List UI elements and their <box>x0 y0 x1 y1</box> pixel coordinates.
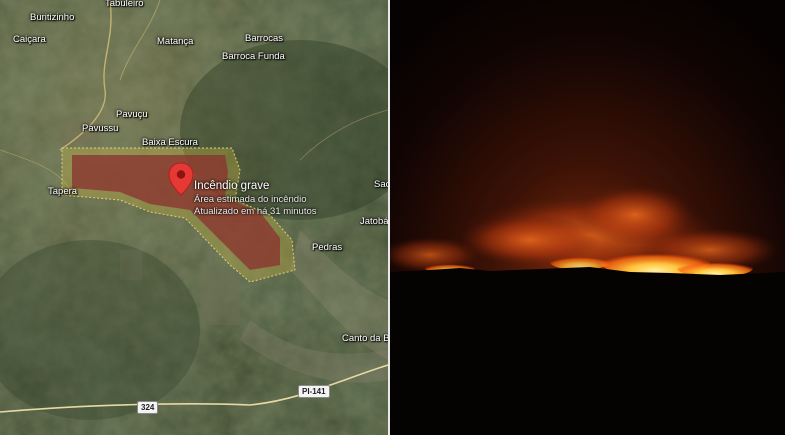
place-label: Pedras <box>312 242 343 253</box>
horizon-silhouette <box>390 267 785 435</box>
place-label: Matança <box>157 36 194 47</box>
map-pin-icon[interactable] <box>168 162 194 196</box>
place-label: Sac <box>374 179 388 190</box>
place-label: Barrocas <box>245 33 284 44</box>
road-shield-324: 324 <box>137 401 159 414</box>
satellite-terrain <box>0 0 388 435</box>
place-label: Tapera <box>48 186 78 197</box>
place-label: Buritizinho <box>30 12 75 23</box>
place-label: Tabuleiro <box>105 0 144 9</box>
place-label: Baixa Escura <box>142 137 198 148</box>
place-label: Caiçara <box>13 34 46 45</box>
place-label: Pavuçu <box>116 109 148 120</box>
road-shield-pi141: PI-141 <box>298 385 330 398</box>
wildfire-night-photo <box>390 0 785 435</box>
fire-title: Incêndio grave <box>194 180 270 192</box>
place-label: Pavussu <box>82 123 119 134</box>
place-label: Jatobá <box>360 216 388 227</box>
place-label: Barroca Funda <box>222 51 285 62</box>
satellite-map[interactable]: Buritizinho Tabuleiro Caiçara Matança Ba… <box>0 0 388 435</box>
fire-updated-label: Atualizado em há 31 minutos <box>194 206 317 217</box>
place-label: Canto da Ba <box>342 333 388 344</box>
fire-area-label: Área estimada do incêndio <box>194 194 307 205</box>
fire-glow-scene <box>390 0 785 435</box>
